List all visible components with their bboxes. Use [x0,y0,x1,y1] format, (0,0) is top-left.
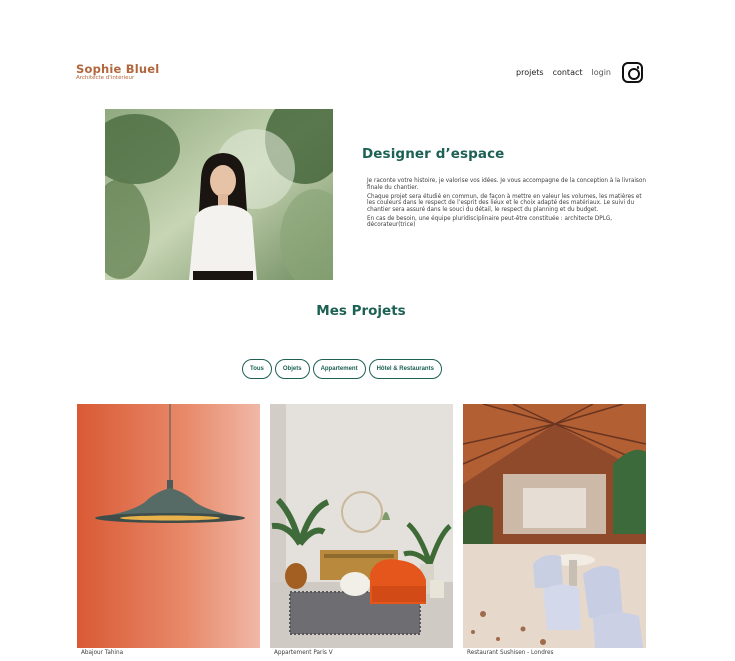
instagram-icon[interactable] [622,62,643,83]
project-card[interactable]: Appartement Paris V [270,404,453,656]
filter-all-button[interactable]: Tous [242,359,272,379]
nav-projects-link[interactable]: projets [516,68,544,77]
intro-description: Je raconte votre histoire, je valorise v… [367,178,649,231]
project-image-restaurant [463,404,646,648]
brand-subtitle: Architecte d'intérieur [76,75,135,81]
filter-bar: Tous Objets Appartement Hôtel & Restaura… [242,359,445,379]
projects-title: Mes Projets [316,303,406,319]
filter-hotels-button[interactable]: Hôtel & Restaurants [368,359,442,379]
filter-objects-button[interactable]: Objets [274,359,310,379]
project-caption: Appartement Paris V [274,650,333,656]
main-nav: projets contact login [507,62,643,83]
intro-paragraph: Je raconte votre histoire, je valorise v… [367,178,646,191]
portrait-image [105,109,333,280]
project-image-apartment [270,404,453,648]
intro-paragraph: En cas de besoin, une équipe pluridiscip… [367,215,613,229]
project-image-lamp [77,404,260,648]
filter-apartments-button[interactable]: Appartement [312,359,366,379]
project-caption: Abajour Tahina [81,650,124,656]
intro-title: Designer d’espace [362,146,505,162]
nav-login-link[interactable]: login [592,68,612,77]
project-caption: Restaurant Sushisen - Londres [467,650,554,656]
brand-name: Sophie Bluel [76,62,160,76]
project-card[interactable]: Abajour Tahina [77,404,260,656]
brand-logo: Sophie Bluel Architecte d'intérieur [76,63,159,82]
intro-paragraph: Chaque projet sera étudié en commun, de … [367,193,642,213]
project-card[interactable]: Restaurant Sushisen - Londres [463,404,646,656]
nav-contact-link[interactable]: contact [553,68,583,77]
